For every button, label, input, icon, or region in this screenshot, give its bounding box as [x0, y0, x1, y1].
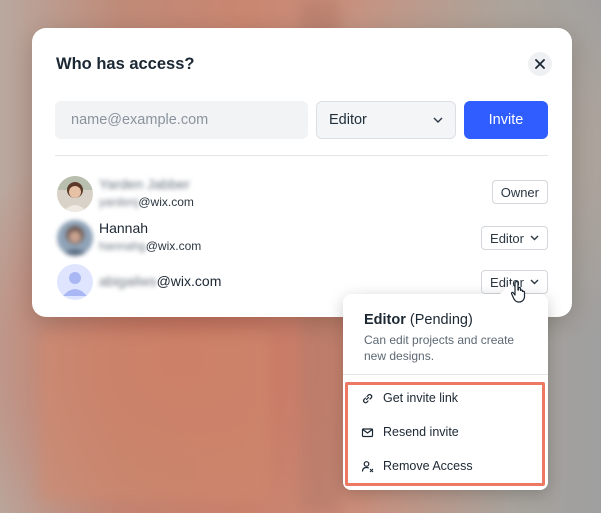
close-button[interactable] [528, 52, 552, 76]
member-email-domain: @wix.com [156, 273, 222, 289]
hand-cursor-icon [510, 280, 528, 309]
menu-item-remove-access[interactable]: Remove Access [361, 455, 531, 477]
remove-user-icon [361, 460, 374, 473]
background-blob [40, 330, 270, 500]
role-select[interactable]: Editor [316, 101, 456, 139]
role-label: Editor [490, 230, 524, 246]
envelope-icon [361, 426, 374, 439]
access-dialog: Who has access? Editor Invite Yarden Jab… [32, 28, 572, 317]
email-input[interactable] [55, 101, 308, 139]
menu-item-label: Resend invite [383, 425, 459, 439]
invite-button[interactable]: Invite [464, 101, 548, 139]
role-menu-description: Can edit projects and create new designs… [364, 333, 515, 363]
chevron-down-icon [530, 235, 539, 241]
role-menu: Editor (Pending) Can edit projects and c… [343, 294, 548, 490]
role-label: Owner [500, 184, 539, 200]
member-name: Yarden Jabber [99, 176, 190, 192]
close-icon [535, 59, 545, 69]
member-email-local: hannahg [99, 239, 146, 253]
role-menu-role: Editor [364, 312, 406, 328]
role-menu-title: Editor (Pending) [364, 312, 473, 328]
role-dropdown[interactable]: Editor [481, 226, 548, 250]
member-row: Yarden Jabber yardenj@wix.com Owner [55, 174, 548, 214]
chevron-down-icon [433, 117, 443, 123]
member-name: Hannah [99, 220, 149, 236]
divider [343, 374, 548, 375]
menu-item-resend-invite[interactable]: Resend invite [361, 421, 531, 443]
role-badge-owner: Owner [491, 180, 548, 204]
member-email-local: yardenj [99, 195, 139, 209]
link-icon [361, 392, 374, 405]
role-select-value: Editor [329, 112, 367, 128]
dialog-title: Who has access? [56, 55, 195, 73]
chevron-down-icon [530, 279, 539, 285]
member-email: yardenj@wix.com [99, 195, 194, 209]
avatar [57, 176, 93, 212]
member-email: abigailws@wix.com [99, 273, 221, 289]
member-email: hannahg@wix.com [99, 239, 201, 253]
menu-item-label: Remove Access [383, 459, 473, 473]
member-email-domain: @wix.com [145, 239, 202, 253]
role-menu-status: (Pending) [405, 312, 473, 328]
avatar-placeholder [57, 264, 93, 300]
divider [55, 155, 548, 156]
menu-item-label: Get invite link [383, 391, 459, 405]
member-email-local: abigailws [99, 273, 157, 289]
member-email-domain: @wix.com [138, 195, 194, 209]
avatar [57, 220, 93, 256]
member-row: Hannah hannahg@wix.com Editor [55, 218, 548, 258]
menu-item-get-invite-link[interactable]: Get invite link [361, 387, 531, 409]
